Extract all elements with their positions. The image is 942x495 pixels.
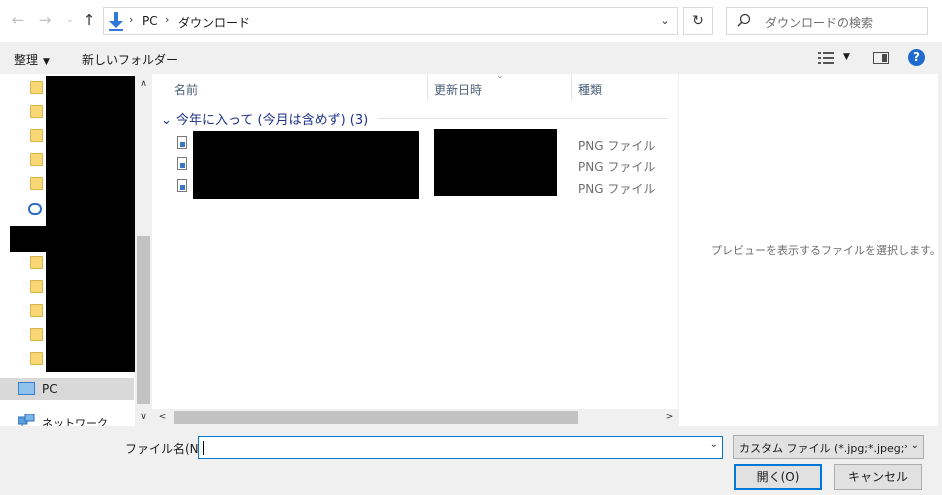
nav-pc-label: PC bbox=[42, 382, 58, 396]
chevron-down-icon[interactable]: ⌄ bbox=[710, 439, 718, 450]
chevron-down-icon: ⌄ bbox=[910, 440, 919, 451]
scrollbar-thumb[interactable] bbox=[137, 236, 150, 404]
folder-icon[interactable] bbox=[30, 328, 43, 341]
redacted-block bbox=[10, 226, 50, 252]
preview-pane-icon[interactable] bbox=[873, 52, 889, 64]
redacted-file-dates bbox=[434, 129, 557, 196]
file-type: PNG ファイル bbox=[578, 139, 656, 153]
folder-icon[interactable] bbox=[30, 304, 43, 317]
scroll-left-icon[interactable]: < bbox=[154, 409, 171, 426]
file-type-filter: カスタム ファイル (*.jpg;*.jpeg;*.gif bbox=[739, 442, 907, 455]
file-list: 名前 ⌄ 更新日時 種類 ⌄ 今年に入って (今月は含めず) (3) PNG フ… bbox=[152, 71, 678, 426]
folder-icon[interactable] bbox=[30, 129, 43, 142]
text-caret bbox=[203, 441, 204, 455]
file-type-select[interactable]: カスタム ファイル (*.jpg;*.jpeg;*.gif ⌄ bbox=[733, 435, 924, 459]
up-arrow-icon[interactable]: ↑ bbox=[80, 11, 98, 29]
new-folder-button[interactable]: 新しいフォルダー bbox=[82, 51, 178, 68]
nav-item-pc[interactable]: PC bbox=[0, 378, 134, 400]
search-input[interactable]: ダウンロードの検索 bbox=[726, 7, 928, 35]
preview-pane: プレビューを表示するファイルを選択します。 bbox=[678, 74, 942, 426]
folder-icon[interactable] bbox=[30, 256, 43, 269]
column-header-type[interactable]: 種類 bbox=[578, 81, 602, 98]
address-bar[interactable]: › PC › ダウンロード ⌄ bbox=[103, 7, 678, 35]
folder-icon[interactable] bbox=[30, 105, 43, 118]
group-header[interactable]: ⌄ 今年に入って (今月は含めず) (3) bbox=[161, 109, 368, 128]
scrollbar-thumb[interactable] bbox=[174, 411, 578, 424]
png-file-icon bbox=[177, 157, 187, 170]
scroll-down-icon[interactable]: ∨ bbox=[135, 409, 152, 426]
window-edge bbox=[938, 74, 942, 426]
search-icon bbox=[737, 13, 751, 27]
open-button[interactable]: 開く(O) bbox=[734, 464, 822, 490]
scroll-right-icon[interactable]: > bbox=[661, 409, 678, 426]
help-icon[interactable]: ? bbox=[908, 49, 925, 66]
folder-icon[interactable] bbox=[30, 177, 43, 190]
command-bar: 整理 ▼ 新しいフォルダー bbox=[0, 42, 942, 74]
search-placeholder: ダウンロードの検索 bbox=[765, 16, 874, 30]
recent-locations-icon[interactable]: ⌄ bbox=[61, 11, 79, 29]
column-divider[interactable] bbox=[571, 74, 572, 100]
chevron-down-icon: ⌄ bbox=[161, 113, 172, 128]
preview-message: プレビューを表示するファイルを選択します。 bbox=[711, 244, 941, 257]
download-folder-icon bbox=[109, 12, 123, 31]
caret-down-icon: ▼ bbox=[43, 57, 50, 67]
breadcrumb-separator-icon: › bbox=[129, 13, 134, 26]
scroll-up-icon[interactable]: ∧ bbox=[135, 76, 152, 93]
breadcrumb-separator-icon: › bbox=[165, 13, 170, 26]
group-header-label: 今年に入って (今月は含めず) (3) bbox=[176, 113, 369, 128]
dialog-footer: ファイル名(N): ⌄ カスタム ファイル (*.jpg;*.jpeg;*.gi… bbox=[0, 426, 942, 495]
folder-icon[interactable] bbox=[30, 153, 43, 166]
file-type: PNG ファイル bbox=[578, 160, 656, 174]
navigation-scrollbar[interactable]: ∧ ∨ bbox=[135, 74, 152, 426]
breadcrumb-downloads[interactable]: ダウンロード bbox=[178, 14, 250, 31]
organize-button[interactable]: 整理 ▼ bbox=[14, 51, 50, 68]
computer-icon bbox=[18, 382, 35, 395]
column-header-name[interactable]: 名前 bbox=[174, 81, 198, 98]
redacted-folder-names bbox=[46, 76, 137, 372]
view-options-caret-icon[interactable]: ▼ bbox=[843, 52, 850, 62]
file-list-scrollbar[interactable]: < > bbox=[152, 409, 678, 426]
folder-icon[interactable] bbox=[30, 280, 43, 293]
back-arrow-icon[interactable]: ← bbox=[9, 11, 27, 29]
address-dropdown-icon[interactable]: ⌄ bbox=[655, 11, 675, 31]
cancel-button[interactable]: キャンセル bbox=[834, 464, 922, 490]
sort-caret-icon: ⌄ bbox=[496, 71, 504, 81]
navigation-pane: PC ネットワーク bbox=[0, 74, 152, 430]
forward-arrow-icon[interactable]: → bbox=[36, 11, 54, 29]
folder-icon[interactable] bbox=[30, 352, 43, 365]
filename-input[interactable]: ⌄ bbox=[198, 436, 723, 459]
png-file-icon bbox=[177, 136, 187, 149]
png-file-icon bbox=[177, 179, 187, 192]
address-row: ← → ⌄ ↑ › PC › ダウンロード ⌄ ↻ ダウンロードの検索 bbox=[0, 0, 942, 42]
file-type: PNG ファイル bbox=[578, 182, 656, 196]
group-divider bbox=[378, 118, 668, 119]
refresh-button[interactable]: ↻ bbox=[683, 7, 713, 35]
breadcrumb-pc[interactable]: PC bbox=[142, 14, 158, 28]
refresh-icon: ↻ bbox=[692, 13, 704, 29]
folder-icon[interactable] bbox=[30, 81, 43, 94]
column-header-modified[interactable]: 更新日時 bbox=[434, 81, 482, 98]
filename-label: ファイル名(N): bbox=[125, 442, 208, 456]
redacted-file-names bbox=[193, 131, 419, 199]
column-divider[interactable] bbox=[427, 74, 428, 100]
organize-label: 整理 bbox=[14, 53, 39, 67]
network-link-icon[interactable] bbox=[28, 203, 42, 215]
view-options-icon[interactable] bbox=[818, 52, 834, 64]
